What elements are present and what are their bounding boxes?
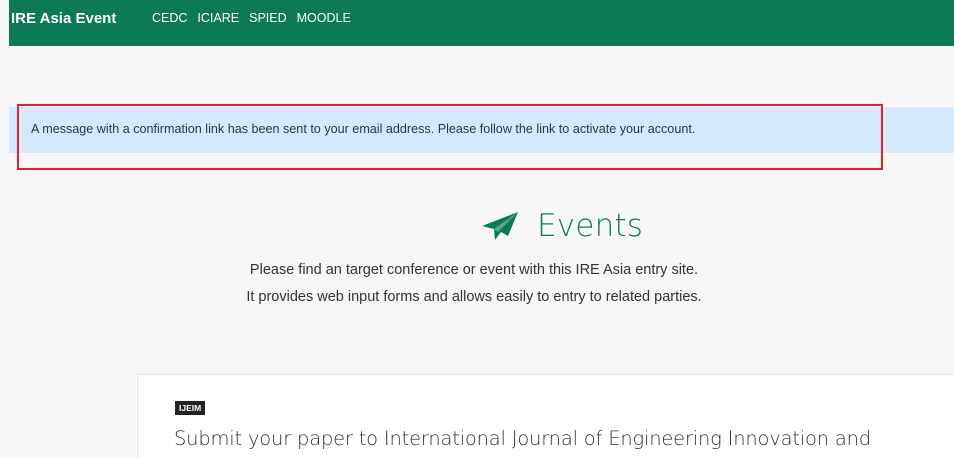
- brand-link[interactable]: IRE Asia Event: [11, 10, 116, 27]
- page-title: Events: [537, 208, 644, 244]
- events-heading: Events: [481, 206, 643, 246]
- event-card[interactable]: IJEIM Submit your paper to International…: [137, 374, 954, 458]
- event-badge: IJEIM: [175, 401, 206, 415]
- top-navbar: IRE Asia Event CEDC ICIARE SPIED MOODLE: [9, 0, 954, 46]
- nav-link-iciare[interactable]: ICIARE: [197, 11, 239, 25]
- subtitle-line-2: It provides web input forms and allows e…: [246, 289, 702, 305]
- nav-link-spied[interactable]: SPIED: [249, 11, 287, 25]
- subtitle-line-1: Please find an target conference or even…: [249, 262, 699, 278]
- confirmation-alert: A message with a confirmation link has b…: [9, 107, 954, 153]
- nav-link-cedc[interactable]: CEDC: [152, 11, 187, 25]
- paper-plane-icon: [481, 211, 519, 241]
- alert-message: A message with a confirmation link has b…: [31, 122, 696, 136]
- event-card-title[interactable]: Submit your paper to International Journ…: [174, 427, 871, 450]
- nav-links: CEDC ICIARE SPIED MOODLE: [152, 11, 351, 25]
- nav-link-moodle[interactable]: MOODLE: [297, 11, 351, 25]
